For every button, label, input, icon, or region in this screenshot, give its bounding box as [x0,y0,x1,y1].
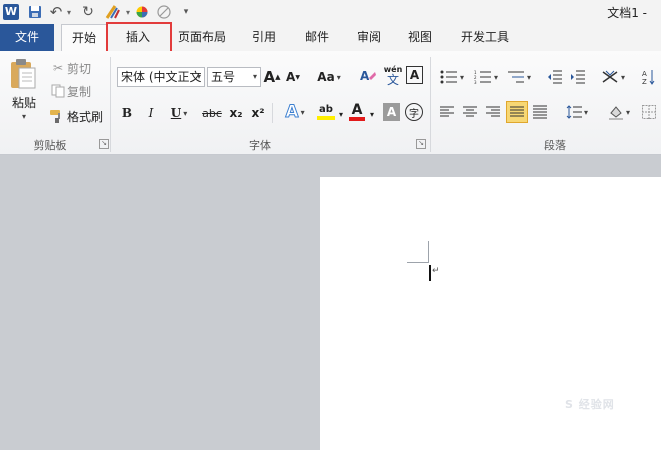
chevron-down-icon: ▾ [196,72,201,81]
qat-customize-icon[interactable]: ▾ [180,3,192,21]
font-size-value: 五号 [211,70,236,84]
font-group-label: 字体 [249,139,271,152]
sort-button[interactable]: AZ [640,67,658,87]
copy-button[interactable]: 复制 [67,83,97,99]
font-size-select[interactable]: 五号 ▾ [207,67,261,87]
clipboard-dialog-launcher[interactable]: ↘ [99,139,109,149]
paste-icon[interactable] [6,57,40,91]
cut-button[interactable]: 剪切 [67,60,97,76]
ribbon-tabs: 文件 开始 插入 页面布局 引用 邮件 审阅 视图 开发工具 [0,24,661,52]
word-app-icon[interactable]: W [2,3,20,21]
font-name-value: 宋体 (中文正文 [121,70,202,84]
character-border-button[interactable]: A [406,66,423,84]
text-cursor [429,265,431,281]
align-center-button[interactable] [461,103,479,121]
format-brush-icon[interactable] [104,3,124,21]
italic-button[interactable]: I [142,103,160,123]
tab-file[interactable]: 文件 [0,24,54,51]
tab-page-layout[interactable]: 页面布局 [172,24,232,51]
crop-mark-horizontal [407,262,429,263]
tab-mailings[interactable]: 邮件 [297,24,337,51]
font-row-divider [272,103,273,123]
clear-formatting-button[interactable]: A [358,65,378,87]
undo-icon[interactable]: ↶ [48,3,64,21]
redo-icon[interactable]: ↻ [80,3,96,21]
grow-font-button[interactable]: A ▲ [264,67,281,87]
font-color-dropdown-icon[interactable]: ▾ [367,107,377,121]
document-title: 文档1 - [607,6,647,20]
color-wheel-icon[interactable] [135,3,149,21]
chinese-layout-button[interactable]: ▾ [598,67,628,87]
strikethrough-button[interactable]: abc [200,103,224,123]
bullets-button[interactable]: ▾ [438,67,466,87]
undo-dropdown-icon[interactable]: ▾ [64,3,74,21]
watermark-logo: S 经验网 [565,398,615,411]
shrink-font-button[interactable]: A ▼ [286,67,300,87]
svg-text:A: A [360,69,370,83]
bold-button[interactable]: B [118,103,136,123]
chevron-down-icon: ▾ [252,72,257,81]
save-icon[interactable] [26,3,44,21]
format-painter-button[interactable]: 格式刷 [67,108,107,124]
tab-review[interactable]: 审阅 [349,24,389,51]
title-bar: W ↶ ▾ ↻ ▾ ▾ 文档1 - [0,0,661,25]
crop-mark-vertical [428,241,429,263]
decrease-indent-button[interactable] [545,67,565,87]
svg-text:3: 3 [474,80,477,84]
group-divider [430,57,431,152]
numbering-button[interactable]: 1 2 3 ▾ [471,67,501,87]
character-shading-button[interactable]: A [383,103,400,121]
tab-home[interactable]: 开始 [61,24,107,51]
svg-text:Z: Z [642,78,647,85]
underline-button[interactable]: U ▾ [166,103,192,123]
align-left-button[interactable] [438,103,456,121]
shading-button[interactable]: ▾ [605,101,633,123]
copy-icon[interactable] [50,83,66,99]
change-case-button[interactable]: Aa ▾ [317,67,341,87]
superscript-button[interactable]: x² [248,103,268,123]
increase-indent-button[interactable] [568,67,588,87]
ribbon: 粘贴 ▾ ✂ 剪切 复制 格式刷 剪贴板 ↘ 宋体 (中文正文 ▾ 五号 ▾ A… [0,51,661,155]
highlight-dropdown-icon[interactable]: ▾ [336,107,346,121]
enclose-characters-button[interactable]: 字 [405,103,423,121]
svg-text:A: A [642,70,647,78]
subscript-button[interactable]: x₂ [226,103,246,123]
multilevel-list-button[interactable]: ▾ [504,67,534,87]
phonetic-guide-button[interactable]: wén 文 [384,63,403,87]
font-color-button[interactable]: A [347,101,367,123]
paragraph-mark-icon: ↵ [432,266,440,276]
tab-view[interactable]: 视图 [400,24,440,51]
brush-dropdown-icon[interactable]: ▾ [124,3,132,21]
pen-icon[interactable] [156,3,172,21]
distributed-button[interactable] [531,103,549,121]
font-name-select[interactable]: 宋体 (中文正文 ▾ [117,67,205,87]
justify-button[interactable] [506,101,528,123]
clipboard-group-label: 剪贴板 [33,139,67,152]
paste-dropdown-icon[interactable]: ▾ [18,111,30,121]
font-dialog-launcher[interactable]: ↘ [416,139,426,149]
paragraph-group-label: 段落 [544,139,566,152]
borders-button[interactable] [640,103,658,121]
tab-developer[interactable]: 开发工具 [452,24,518,51]
line-spacing-button[interactable]: ▾ [563,103,591,121]
paste-button-label[interactable]: 粘贴 [8,94,40,110]
align-right-button[interactable] [484,103,502,121]
tab-references[interactable]: 引用 [244,24,284,51]
cut-icon[interactable]: ✂ [50,60,66,76]
format-painter-icon[interactable] [48,107,66,125]
text-effects-button[interactable]: A ▾ [280,101,310,123]
group-divider [110,57,111,152]
